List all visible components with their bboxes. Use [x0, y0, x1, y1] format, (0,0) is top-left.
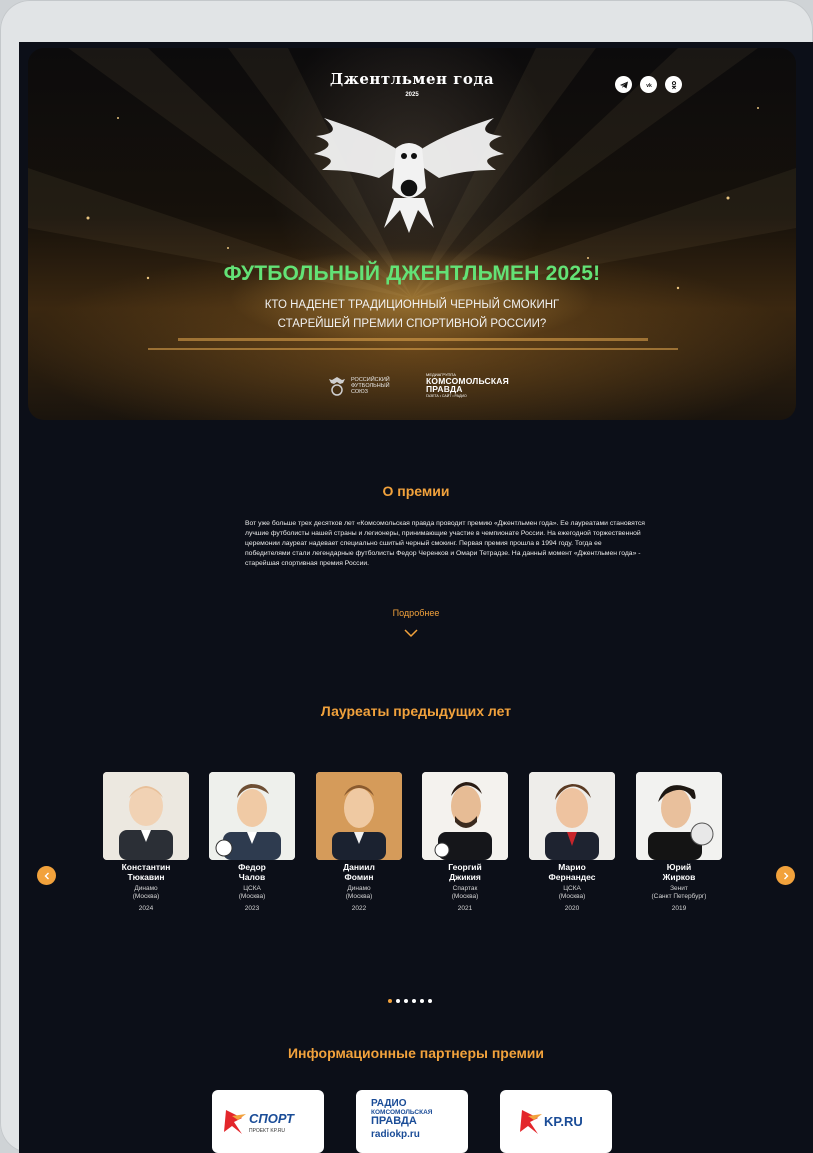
laureate-club: ЦСКА	[563, 885, 581, 892]
laureate-first-name: Марио	[558, 862, 586, 872]
laureate-card[interactable]: Даниил Фомин Динамо (Москва) 2022	[315, 772, 403, 912]
radio-logo-url: radiokp.ru	[371, 1129, 420, 1140]
partner-radio-card[interactable]: РАДИО КОМСОМОЛЬСКАЯ ПРАВДА radiokp.ru	[356, 1090, 468, 1153]
hero-subtitle-line-2: СТАРЕЙШЕЙ ПРЕМИИ СПОРТИВНОЙ РОССИИ?	[277, 318, 547, 330]
carousel-pagination	[388, 999, 432, 1003]
partner-sport-card[interactable]: СПОРТ ПРОЕКТ KP.RU	[212, 1090, 324, 1153]
hero-title: ФУТБОЛЬНЫЙ ДЖЕНТЛЬМЕН 2025!	[223, 262, 601, 285]
hero-subtitle-line-1: КТО НАДЕНЕТ ТРАДИЦИОННЫЙ ЧЕРНЫЙ СМОКИНГ	[264, 299, 560, 311]
laureate-city: (Санкт Петербург)	[651, 893, 707, 900]
laureate-last-name: Тюкавин	[127, 872, 165, 882]
sport-logo-sub: ПРОЕКТ KP.RU	[249, 1128, 285, 1134]
hero-banner: Джентльмен года 2025 vk ФУТБОЛЬНЫЙ ДЖЕНТ…	[28, 48, 796, 420]
laureate-first-name: Федор	[238, 862, 266, 872]
rfs-logo[interactable]: РОССИЙСКИЙ ФУТБОЛЬНЫЙ СОЮЗ	[328, 375, 390, 397]
rfs-line-3: СОЮЗ	[351, 389, 369, 395]
about-text: Вот уже больше трех десятков лет «Комсом…	[245, 520, 645, 568]
laureate-club: Динамо	[347, 885, 371, 892]
radio-logo-line-3: ПРАВДА	[371, 1115, 417, 1127]
kp-ru-logo: KP.RU	[520, 1110, 583, 1134]
sport-logo: СПОРТ ПРОЕКТ KP.RU	[224, 1110, 295, 1134]
laureate-city: (Москва)	[451, 893, 479, 900]
odnoklassniki-icon[interactable]	[665, 76, 682, 93]
laureate-last-name: Чалов	[238, 872, 266, 882]
pagination-dot[interactable]	[396, 999, 400, 1003]
laureate-year: 2022	[351, 905, 367, 912]
laureate-portrait	[529, 772, 615, 860]
laureate-city: (Москва)	[558, 893, 586, 900]
page-viewport: Джентльмен года 2025 vk ФУТБОЛЬНЫЙ ДЖЕНТ…	[19, 42, 813, 1153]
pagination-dot[interactable]	[420, 999, 424, 1003]
laureate-club: Динамо	[134, 885, 158, 892]
about-title: О премии	[382, 483, 450, 499]
pagination-dot[interactable]	[412, 999, 416, 1003]
vk-icon[interactable]: vk	[640, 76, 657, 93]
laureate-card[interactable]: Федор Чалов ЦСКА (Москва) 2023	[208, 772, 296, 912]
laureates-carousel: Константин Тюкавин Динамо (Москва) 2024 …	[19, 772, 813, 952]
laureate-portrait	[316, 772, 402, 860]
laureate-card[interactable]: Константин Тюкавин Динамо (Москва) 2024	[102, 772, 190, 912]
sport-logo-text: СПОРТ	[249, 1111, 295, 1126]
kp-tagline: ГАЗЕТА • САЙТ • РАДИО	[426, 394, 467, 398]
laureate-year: 2019	[671, 905, 687, 912]
laureate-last-name: Фернандес	[548, 872, 596, 882]
eagle-emblem	[314, 118, 504, 233]
laureate-first-name: Константин	[121, 862, 171, 872]
rfs-emblem-icon	[329, 377, 345, 396]
laureate-club: Зенит	[670, 885, 688, 892]
laureate-city: (Москва)	[238, 893, 266, 900]
pagination-dot[interactable]	[404, 999, 408, 1003]
partners-title: Информационные партнеры премии	[287, 1045, 545, 1061]
laureate-last-name: Фомин	[344, 872, 374, 882]
kp-line-2: ПРАВДА	[426, 384, 463, 394]
laureate-portrait	[636, 772, 722, 860]
laureate-last-name: Жирков	[662, 872, 696, 882]
laureate-club: ЦСКА	[243, 885, 261, 892]
laureate-year: 2020	[564, 905, 580, 912]
laureate-portrait	[422, 772, 508, 860]
more-link[interactable]: Подробнее	[19, 608, 813, 618]
laureate-first-name: Георгий	[448, 862, 482, 872]
partner-kp-card[interactable]: KP.RU	[500, 1090, 612, 1153]
laureate-year: 2023	[244, 905, 260, 912]
laureate-city: (Москва)	[345, 893, 373, 900]
kp-ru-text: KP.RU	[544, 1114, 583, 1129]
laureate-card[interactable]: Георгий Джикия Спартак (Москва) 2021	[421, 772, 509, 912]
laureate-year: 2024	[138, 905, 154, 912]
tablet-frame: Джентльмен года 2025 vk ФУТБОЛЬНЫЙ ДЖЕНТ…	[0, 0, 813, 1153]
laureate-card[interactable]: Юрий Жирков Зенит (Санкт Петербург) 2019	[635, 772, 723, 912]
radio-kp-logo: РАДИО КОМСОМОЛЬСКАЯ ПРАВДА radiokp.ru	[371, 1098, 433, 1140]
laureate-first-name: Даниил	[343, 862, 375, 872]
pagination-dot[interactable]	[428, 999, 432, 1003]
laureates-title: Лауреаты предыдущих лет	[320, 703, 512, 719]
radio-logo-line-1: РАДИО	[371, 1098, 407, 1109]
laureate-card[interactable]: Марио Фернандес ЦСКА (Москва) 2020	[528, 772, 616, 912]
pagination-dot[interactable]	[388, 999, 392, 1003]
laureate-city: (Москва)	[132, 893, 160, 900]
kp-logo[interactable]: МЕДИАГРУППА КОМСОМОЛЬСКАЯ ПРАВДА ГАЗЕТА …	[426, 372, 509, 398]
laureate-first-name: Юрий	[666, 862, 692, 872]
laureate-year: 2021	[457, 905, 473, 912]
svg-text:vk: vk	[646, 83, 652, 89]
laureate-club: Спартак	[452, 885, 478, 892]
laureate-portrait	[209, 772, 295, 860]
telegram-icon[interactable]	[615, 76, 632, 93]
laureate-last-name: Джикия	[449, 872, 481, 882]
hero-subtitle: КТО НАДЕНЕТ ТРАДИЦИОННЫЙ ЧЕРНЫЙ СМОКИНГ …	[28, 296, 796, 334]
chevron-down-icon[interactable]	[404, 628, 418, 638]
laureate-portrait	[103, 772, 189, 860]
